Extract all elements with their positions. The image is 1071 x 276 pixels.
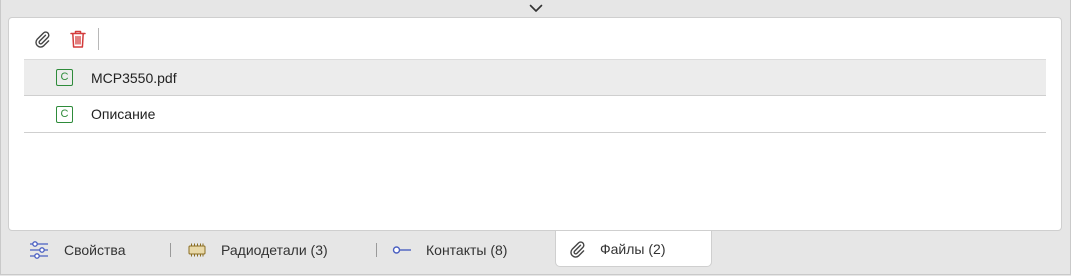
collapse-panel-button[interactable] xyxy=(0,0,1071,18)
tab-components[interactable]: Радиодетали (3) xyxy=(171,233,376,267)
tab-label: Радиодетали (3) xyxy=(221,242,328,258)
delete-file-button[interactable] xyxy=(64,25,92,53)
trash-icon xyxy=(70,30,86,48)
tab-contacts[interactable]: Контакты (8) xyxy=(377,233,555,267)
toolbar-divider xyxy=(98,28,99,50)
chevron-down-icon xyxy=(529,4,542,12)
tab-files[interactable]: Файлы (2) xyxy=(555,231,712,267)
tab-properties[interactable]: Свойства xyxy=(8,233,170,267)
tab-label: Файлы (2) xyxy=(600,240,666,257)
paperclip-icon xyxy=(35,31,50,48)
tab-label: Контакты (8) xyxy=(426,242,508,258)
tab-label: Свойства xyxy=(64,242,126,258)
file-type-badge: C xyxy=(56,69,73,86)
pin-connector-icon xyxy=(392,244,412,256)
chip-icon xyxy=(187,242,207,258)
file-row[interactable]: C MCP3550.pdf xyxy=(24,59,1046,96)
file-name: MCP3550.pdf xyxy=(91,69,177,86)
sliders-icon xyxy=(28,240,50,260)
file-row[interactable]: C Описание xyxy=(24,96,1046,133)
files-toolbar xyxy=(28,25,99,53)
file-name: Описание xyxy=(91,106,156,122)
file-type-badge: C xyxy=(56,105,73,123)
bottom-tab-bar: Свойства Радиодетали (3) Контакты (8) Фа… xyxy=(8,231,1062,268)
file-list: C MCP3550.pdf C Описание xyxy=(24,59,1046,133)
attach-file-button[interactable] xyxy=(28,25,56,53)
paperclip-icon xyxy=(568,240,586,258)
